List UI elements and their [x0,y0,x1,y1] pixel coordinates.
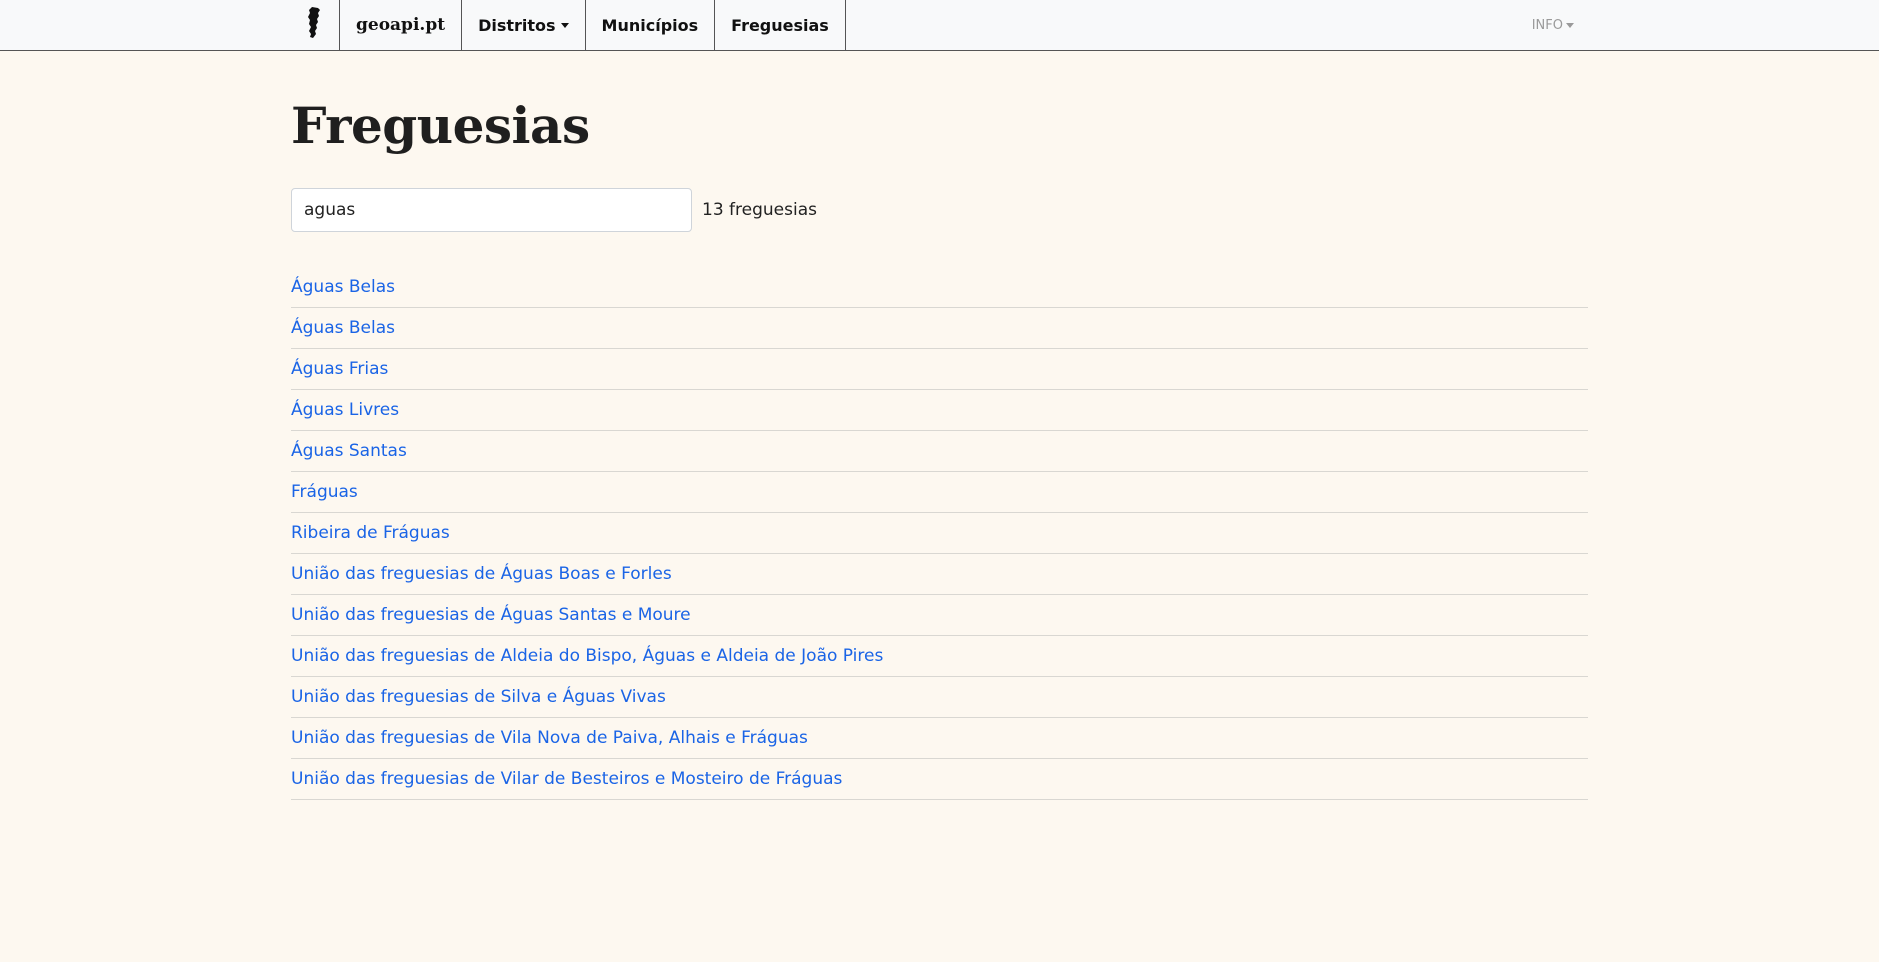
nav-freguesias-link[interactable]: Freguesias [715,0,846,50]
nav-municipios-link[interactable]: Municípios [586,0,716,50]
freguesia-link[interactable]: Águas Frias [291,359,388,379]
list-item: Águas Santas [291,431,1588,472]
freguesia-link[interactable]: Fráguas [291,482,358,502]
list-item: Fráguas [291,472,1588,513]
page-title: Freguesias [291,96,590,155]
caret-down-icon [560,22,569,28]
portugal-map-icon [306,7,324,43]
freguesia-link[interactable]: Ribeira de Fráguas [291,523,450,543]
freguesia-link[interactable]: União das freguesias de Vila Nova de Pai… [291,728,808,748]
freguesia-link[interactable]: Águas Santas [291,441,407,461]
list-item: União das freguesias de Águas Boas e For… [291,554,1588,595]
info-dropdown[interactable]: INFO [1532,0,1574,50]
freguesia-link[interactable]: União das freguesias de Vilar de Besteir… [291,769,842,789]
freguesia-link[interactable]: União das freguesias de Silva e Águas Vi… [291,687,666,707]
home-logo-link[interactable] [291,0,340,50]
list-item: União das freguesias de Silva e Águas Vi… [291,677,1588,718]
results-list: Águas Belas Águas Belas Águas Frias Águas L… [291,267,1588,800]
brand-link[interactable]: geoapi.pt [340,0,463,50]
list-item: Águas Livres [291,390,1588,431]
list-item: Ribeira de Fráguas [291,513,1588,554]
caret-down-icon [1566,22,1574,28]
list-item: União das freguesias de Águas Santas e M… [291,595,1588,636]
list-item: Águas Belas [291,308,1588,349]
freguesia-link[interactable]: Águas Belas [291,318,395,338]
list-item: Águas Belas [291,267,1588,308]
result-count: 13 freguesias [702,200,817,220]
freguesia-link[interactable]: Águas Livres [291,400,399,420]
search-input[interactable] [291,188,692,232]
list-item: União das freguesias de Vila Nova de Pai… [291,718,1588,759]
freguesia-link[interactable]: União das freguesias de Águas Boas e For… [291,564,672,584]
top-navbar: geoapi.pt Distritos Municípios Freguesia… [0,0,1879,51]
main-content: Freguesias 13 freguesias Águas BelasÁgua… [291,51,1588,800]
list-item: Águas Frias [291,349,1588,390]
list-item: União das freguesias de Vilar de Besteir… [291,759,1588,800]
search-row: 13 freguesias [291,188,1588,232]
nav-distritos-dropdown[interactable]: Distritos [462,0,586,50]
freguesia-link[interactable]: União das freguesias de Aldeia do Bispo,… [291,646,883,666]
nav-items: geoapi.pt Distritos Municípios Freguesia… [291,0,846,50]
freguesia-link[interactable]: União das freguesias de Águas Santas e M… [291,605,691,625]
freguesia-link[interactable]: Águas Belas [291,277,395,297]
list-item: União das freguesias de Aldeia do Bispo,… [291,636,1588,677]
